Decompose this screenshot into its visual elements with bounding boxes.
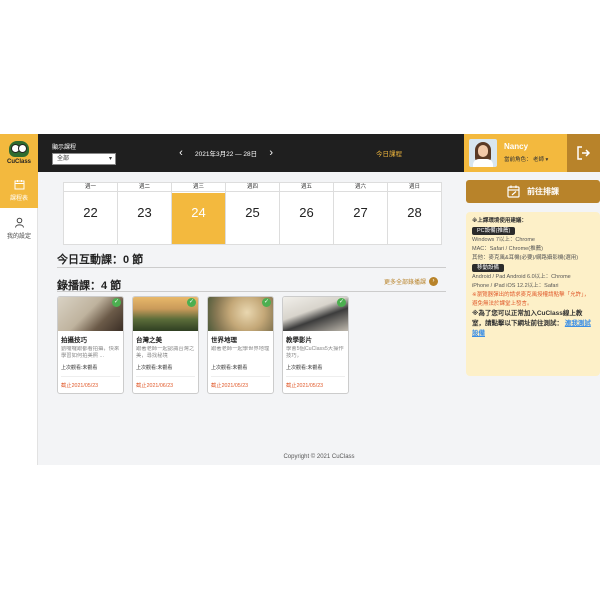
calendar-day[interactable]: 週日 28 [388, 183, 441, 244]
course-last-viewed: 上次觀看:未觀看 [211, 365, 248, 371]
day-number: 23 [137, 205, 152, 220]
week-calendar: 週一 22 週二 23 週三 24 週四 25 週五 26 週六 27 週日 2… [63, 182, 442, 245]
course-last-viewed: 上次觀看:未觀看 [286, 365, 323, 371]
calendar-day-today[interactable]: 週三 24 [172, 183, 226, 244]
course-card[interactable]: ✓ 教學影片 學會5個CuClass5大操作技巧， 上次觀看:未觀看 截止202… [282, 296, 349, 394]
weekday-label: 週一 [64, 183, 117, 192]
course-thumbnail: ✓ [58, 297, 123, 331]
divider [57, 291, 446, 292]
next-week-button[interactable]: › [265, 147, 277, 159]
week-navigator: ‹ 2021年3月22 — 28日 › [175, 134, 277, 172]
notice-warning: ※瀏覽器彈出的請求麥克風授權請點擊「允許」，避免無法於課堂上發言。 [472, 292, 590, 307]
day-number: 25 [245, 205, 260, 220]
more-recorded-link[interactable]: 更多全部錄播課 › [384, 277, 439, 286]
prev-week-button[interactable]: ‹ [175, 147, 187, 159]
notice-line: iPhone / iPad iOS 12.2以上：Safari [472, 283, 559, 289]
owl-logo-icon [9, 141, 29, 157]
weekday-label: 週三 [172, 183, 225, 192]
calendar-day[interactable]: 週四 25 [226, 183, 280, 244]
user-name: Nancy [504, 142, 529, 151]
course-description: 學會5個CuClass5大操作技巧， [286, 346, 344, 359]
sidebar-item-label: 我的設定 [6, 233, 31, 240]
course-thumbnail: ✓ [283, 297, 348, 331]
user-profile[interactable]: Nancy 當前角色： 老師 ▾ [464, 134, 567, 172]
interactive-course-title: 今日互動課：0 節 [57, 254, 144, 266]
logout-button[interactable] [567, 134, 600, 172]
course-deadline: 截止2021/05/23 [61, 383, 99, 389]
course-filter-select[interactable]: 全部 ▾ [52, 153, 116, 165]
course-card[interactable]: ✓ 台灣之美 跟著老師一起認識台灣之美，尋找秘境 上次觀看:未觀看 截止2021… [132, 296, 199, 394]
course-thumbnail: ✓ [133, 297, 198, 331]
chevron-down-icon: ▾ [108, 156, 112, 162]
top-bar: CuClass 顯示課程 全部 ▾ ‹ 2021年3月22 — 28日 › 今日… [0, 134, 600, 172]
course-filter-label: 顯示課程 [52, 145, 77, 151]
sidebar-item-schedule[interactable]: 課程表 [0, 172, 38, 208]
course-thumbnail: ✓ [208, 297, 273, 331]
weekday-label: 週日 [388, 183, 441, 192]
course-deadline: 截止2021/05/23 [286, 383, 324, 389]
check-icon: ✓ [262, 298, 271, 307]
notice-heading: ※上課環境使用建議： [472, 218, 527, 224]
day-number: 26 [299, 205, 314, 220]
course-last-viewed: 上次觀看:未觀看 [136, 365, 173, 371]
go-schedule-button[interactable]: 前往排課 [466, 180, 600, 203]
weekday-label: 週四 [226, 183, 279, 192]
course-description: 劉囉囉跟都看拍攝，快來學習如何拍美照 ... [61, 346, 120, 359]
calendar-day[interactable]: 週二 23 [118, 183, 172, 244]
notice-line: Windows 7以上：Chrome [472, 237, 535, 243]
week-range: 2021年3月22 — 28日 [195, 151, 258, 158]
calendar-edit-icon [507, 185, 520, 198]
cuclass-logo[interactable]: CuClass [0, 134, 38, 172]
course-title: 拍攝技巧 [61, 337, 87, 344]
course-card[interactable]: ✓ 世界地理 跟著老師一起學世界地理 上次觀看:未觀看 截止2021/05/23 [207, 296, 274, 394]
check-icon: ✓ [187, 298, 196, 307]
pc-device-tag: PC設備(推薦) [472, 227, 516, 235]
check-icon: ✓ [112, 298, 121, 307]
weekday-label: 週五 [280, 183, 333, 192]
notice-line: 其他：麥克風&耳機(必要)/網路攝影機(選用) [472, 255, 579, 261]
course-title: 教學影片 [286, 337, 312, 344]
calendar-icon [14, 179, 24, 189]
mobile-device-tag: 移動設備 [472, 264, 505, 272]
course-description: 跟著老師一起認識台灣之美，尋找秘境 [136, 346, 195, 359]
sidebar-item-settings[interactable]: 我的設定 [0, 210, 38, 246]
course-deadline: 截止2021/06/23 [136, 383, 174, 389]
course-title: 世界地理 [211, 337, 237, 344]
day-number: 24 [191, 205, 206, 220]
course-deadline: 截止2021/05/23 [211, 383, 249, 389]
course-card[interactable]: ✓ 拍攝技巧 劉囉囉跟都看拍攝，快來學習如何拍美照 ... 上次觀看:未觀看 截… [57, 296, 124, 394]
calendar-day[interactable]: 週五 26 [280, 183, 334, 244]
chevron-right-icon: › [429, 277, 439, 286]
go-schedule-label: 前往排課 [527, 187, 559, 196]
today-courses-button[interactable]: 今日課程 [376, 148, 402, 158]
weekday-label: 週二 [118, 183, 171, 192]
user-role-select[interactable]: 當前角色： 老師 ▾ [504, 155, 548, 163]
app-window: CuClass 顯示課程 全部 ▾ ‹ 2021年3月22 — 28日 › 今日… [0, 134, 600, 465]
course-title: 台灣之美 [136, 337, 162, 344]
sidebar-item-label: 課程表 [9, 195, 28, 202]
footer-copyright: Copyright © 2021 CuClass [283, 454, 355, 460]
notice-line: MAC：Safari / Chrome(推薦) [472, 246, 543, 252]
environment-notice: ※上課環境使用建議： PC設備(推薦) Windows 7以上：Chrome M… [466, 212, 600, 376]
more-recorded-label: 更多全部錄播課 [384, 280, 427, 286]
weekday-label: 週六 [334, 183, 387, 192]
calendar-day[interactable]: 週一 22 [64, 183, 118, 244]
user-icon [14, 217, 24, 228]
day-number: 22 [83, 205, 98, 220]
day-number: 27 [353, 205, 368, 220]
logout-icon [576, 146, 590, 160]
day-number: 28 [407, 205, 422, 220]
course-last-viewed: 上次觀看:未觀看 [61, 365, 98, 371]
sidebar: 課程表 我的設定 [0, 172, 38, 465]
logo-text: CuClass [6, 159, 31, 165]
calendar-day[interactable]: 週六 27 [334, 183, 388, 244]
avatar [469, 139, 497, 167]
notice-line: Android / Pad Android 6.0以上：Chrome [472, 274, 571, 280]
check-icon: ✓ [337, 298, 346, 307]
course-filter-value: 全部 [57, 156, 70, 162]
course-description: 跟著老師一起學世界地理 [211, 346, 270, 352]
divider [57, 267, 446, 268]
